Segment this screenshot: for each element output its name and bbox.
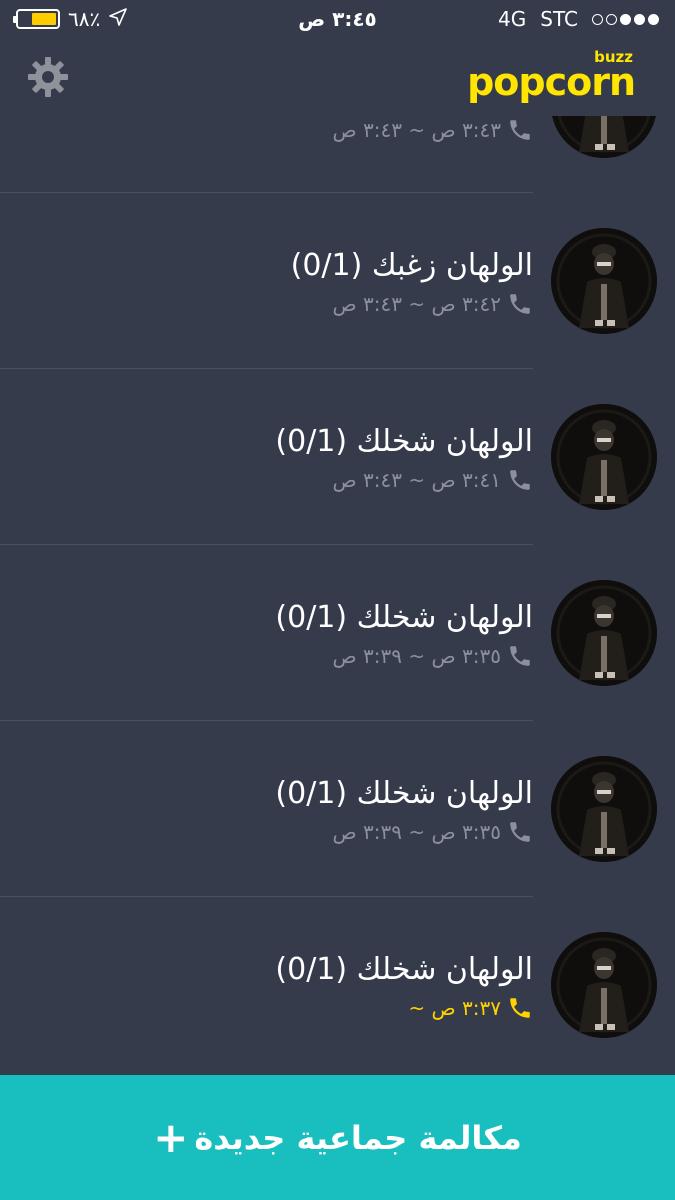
call-time-range: ٣:٣٥ ص ~ ٣:٣٩ ص: [333, 643, 534, 669]
call-time-range: ٣:٤١ ص ~ ٣:٤٣ ص: [333, 467, 534, 493]
gear-icon[interactable]: [26, 55, 70, 99]
battery-percent: ٦٨٪: [68, 7, 101, 31]
plus-icon: +: [153, 1112, 189, 1162]
call-title: الولهان زغبك (0/1): [290, 248, 533, 283]
call-item[interactable]: الولهان شخلك (0/1) ٣:٣٥ ص ~ ٣:٣٩ ص: [0, 545, 675, 721]
carrier-name: STC: [540, 7, 578, 31]
battery-icon: [13, 9, 60, 29]
call-subtitle: ٣:٣٥ ص ~ ٣:٣٩ ص: [332, 644, 502, 668]
call-title: الولهان شخلك (0/1): [275, 600, 533, 635]
call-item[interactable]: الولهان شخلك (0/1) ٣:٣٥ ص ~ ٣:٣٩ ص: [0, 721, 675, 897]
signal-dot: [606, 13, 617, 25]
call-subtitle: ٣:٤٣ ص ~ ٣:٤٣ ص: [332, 118, 502, 142]
location-arrow-icon: [108, 7, 128, 32]
call-item[interactable]: الولهان زغبك (0/1) ٣:٤٢ ص ~ ٣:٤٣ ص: [0, 193, 675, 369]
network-type: 4G: [498, 7, 527, 31]
call-time-range: ٣:٤٢ ص ~ ٣:٤٣ ص: [333, 291, 534, 317]
avatar: [551, 404, 657, 510]
phone-icon: [507, 819, 533, 845]
call-time-range: ٣:٣٧ ص ~: [408, 995, 533, 1021]
phone-icon: [507, 291, 533, 317]
phone-icon: [507, 117, 533, 143]
signal-strength-icon: [592, 13, 659, 25]
phone-icon: [507, 643, 533, 669]
signal-dot: [620, 13, 631, 25]
logo-text: popcorn: [467, 60, 636, 104]
status-right: 4G STC: [498, 7, 659, 31]
avatar: [551, 756, 657, 862]
new-group-call-label: مكالمة جماعية جديدة: [194, 1118, 522, 1157]
call-item-active[interactable]: الولهان شخلك (0/1) ٣:٣٧ ص ~: [0, 897, 675, 1073]
status-time: ٣:٤٥ ص: [298, 7, 377, 31]
call-item[interactable]: الولهان شخلك (0/1) ٣:٤١ ص ~ ٣:٤٣ ص: [0, 369, 675, 545]
call-subtitle: ٣:٣٥ ص ~ ٣:٣٩ ص: [332, 820, 502, 844]
call-subtitle: ٣:٤٢ ص ~ ٣:٤٣ ص: [332, 292, 502, 316]
call-time-range: ٣:٣٥ ص ~ ٣:٣٩ ص: [333, 819, 534, 845]
phone-icon: [507, 467, 533, 493]
signal-dot: [648, 13, 659, 25]
status-bar: ٦٨٪ ٣:٤٥ ص 4G STC: [0, 0, 675, 38]
call-subtitle: ٣:٤١ ص ~ ٣:٤٣ ص: [332, 468, 502, 492]
avatar: [551, 932, 657, 1038]
avatar: [551, 580, 657, 686]
avatar: [551, 228, 657, 334]
call-list: ٣:٤٣ ص ~ ٣:٤٣ ص الولهان زغبك (0/1) ٣:٤٢ …: [0, 0, 675, 1075]
battery-fill: [31, 13, 56, 25]
call-title: الولهان شخلك (0/1): [275, 776, 533, 811]
phone-icon: [507, 995, 533, 1021]
call-subtitle: ٣:٣٧ ص ~: [408, 996, 501, 1020]
new-group-call-button[interactable]: مكالمة جماعية جديدة +: [0, 1075, 675, 1200]
signal-dot: [634, 13, 645, 25]
header: buzz popcorn: [0, 38, 675, 116]
signal-dot: [592, 13, 603, 25]
call-title: الولهان شخلك (0/1): [275, 952, 533, 987]
call-title: الولهان شخلك (0/1): [275, 424, 533, 459]
status-left: ٦٨٪: [13, 7, 128, 32]
call-time-range: ٣:٤٣ ص ~ ٣:٤٣ ص: [333, 117, 534, 143]
app-logo: buzz popcorn: [460, 48, 636, 108]
